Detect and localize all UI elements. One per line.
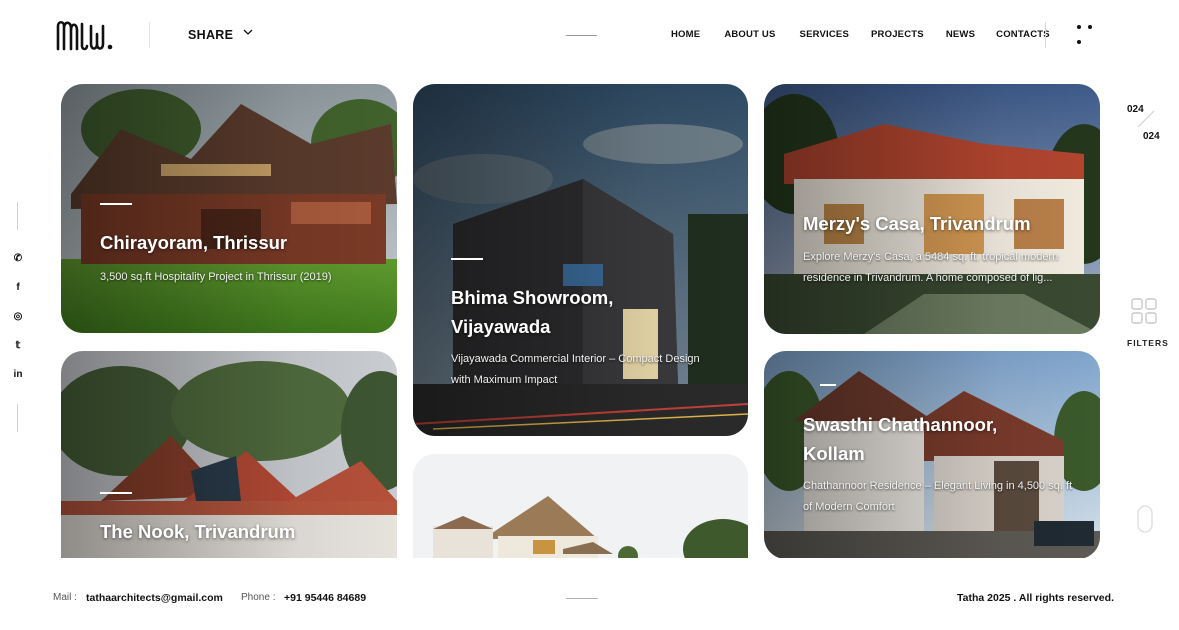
project-card-chirayoram[interactable]: Chirayoram, Thrissur 3,500 sq.ft Hospita…: [61, 84, 397, 333]
phone-value[interactable]: +91 95446 84689: [284, 592, 366, 604]
project-grid: Chirayoram, Thrissur 3,500 sq.ft Hospita…: [0, 0, 1179, 560]
project-card-partial[interactable]: [413, 454, 748, 560]
scroll-mouse-icon: [1137, 505, 1153, 533]
project-description-line1: Explore Merzy's Casa, a 5484 sq. ft. tro…: [803, 251, 1059, 263]
site-footer: Mail : tathaarchitects@gmail.com Phone :…: [0, 582, 1179, 612]
project-title-line1: Bhima Showroom,: [451, 287, 614, 308]
project-image: [413, 454, 748, 560]
project-description-line1: Chathannoor Residence – Elegant Living i…: [803, 480, 1073, 492]
project-title: Chirayoram, Thrissur: [100, 232, 288, 253]
project-title: Merzy's Casa, Trivandrum: [803, 213, 1031, 234]
counter-divider: [1137, 110, 1155, 128]
mail-label: Mail :: [53, 592, 77, 603]
project-card-swasthi[interactable]: Swasthi Chathannoor, Kollam Chathannoor …: [764, 351, 1100, 559]
project-description-line2: with Maximum Impact: [451, 374, 558, 386]
project-description-line2: of Modern Comfort: [803, 501, 895, 513]
title-dash: [100, 203, 132, 205]
project-card-merzys-casa[interactable]: Merzy's Casa, Trivandrum Explore Merzy's…: [764, 84, 1100, 334]
mail-value[interactable]: tathaarchitects@gmail.com: [86, 592, 223, 604]
project-card-the-nook[interactable]: The Nook, Trivandrum: [61, 351, 397, 560]
copyright: Tatha 2025 . All rights reserved.: [957, 592, 1114, 604]
project-description-line2: residence in Trivandrum. A home composed…: [803, 272, 1053, 284]
filters-label[interactable]: FILTERS: [1127, 338, 1169, 348]
title-dash: [451, 258, 483, 260]
counter-total: 024: [1143, 131, 1160, 142]
project-title-line2: Kollam: [803, 443, 865, 464]
project-title-line1: Swasthi Chathannoor,: [803, 414, 998, 435]
title-dash: [100, 492, 132, 494]
footer-center-line: [566, 598, 598, 599]
grid-filter-icon[interactable]: [1131, 298, 1157, 324]
project-title-line2: Vijayawada: [451, 316, 551, 337]
project-title: The Nook, Trivandrum: [100, 521, 296, 542]
title-dash: [820, 384, 836, 386]
card-overlay: [61, 84, 397, 333]
phone-label: Phone :: [241, 592, 276, 603]
project-description-line1: Vijayawada Commercial Interior – Compact…: [451, 353, 700, 365]
project-card-bhima[interactable]: Bhima Showroom, Vijayawada Vijayawada Co…: [413, 84, 748, 436]
card-overlay: [764, 84, 1100, 334]
project-description: 3,500 sq.ft Hospitality Project in Thris…: [100, 271, 332, 283]
